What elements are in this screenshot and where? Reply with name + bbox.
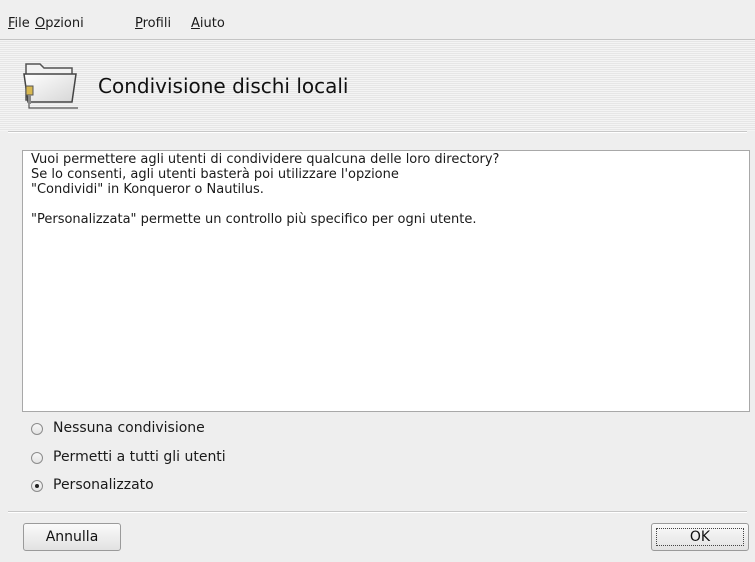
radio-button[interactable] — [31, 480, 43, 492]
radio-label: Personalizzato — [53, 477, 154, 493]
menu-file-label: ile — [14, 16, 30, 31]
footer-divider — [8, 511, 747, 513]
ok-button[interactable]: OK — [651, 523, 749, 551]
page-title: Condivisione dischi locali — [98, 74, 349, 98]
menu-opzioni[interactable]: Opzioni — [35, 16, 84, 31]
radio-button[interactable] — [31, 423, 43, 435]
description-box: Vuoi permettere agli utenti di condivide… — [22, 150, 750, 412]
focus-indicator — [656, 528, 744, 546]
radio-button[interactable] — [31, 452, 43, 464]
radio-selected-dot — [35, 484, 39, 488]
folder-share-icon — [23, 63, 78, 109]
header-divider — [8, 131, 747, 133]
menubar: File Opzioni Profili Aiuto — [0, 0, 755, 40]
menu-profili-label: rofili — [142, 16, 172, 31]
menu-aiuto[interactable]: Aiuto — [191, 16, 225, 31]
menu-aiuto-mnemonic: A — [191, 16, 200, 31]
menu-file[interactable]: File — [8, 16, 30, 31]
menu-opzioni-label: pzioni — [45, 16, 84, 31]
radio-label: Nessuna condivisione — [53, 420, 205, 436]
wizard-header: Condivisione dischi locali — [0, 40, 755, 131]
radio-label: Permetti a tutti gli utenti — [53, 449, 226, 465]
menu-profili[interactable]: Profili — [135, 16, 171, 31]
menu-aiuto-label: iuto — [199, 16, 225, 31]
cancel-button[interactable]: Annulla — [23, 523, 121, 551]
menu-profili-mnemonic: P — [135, 16, 143, 31]
menu-opzioni-mnemonic: O — [35, 16, 46, 31]
